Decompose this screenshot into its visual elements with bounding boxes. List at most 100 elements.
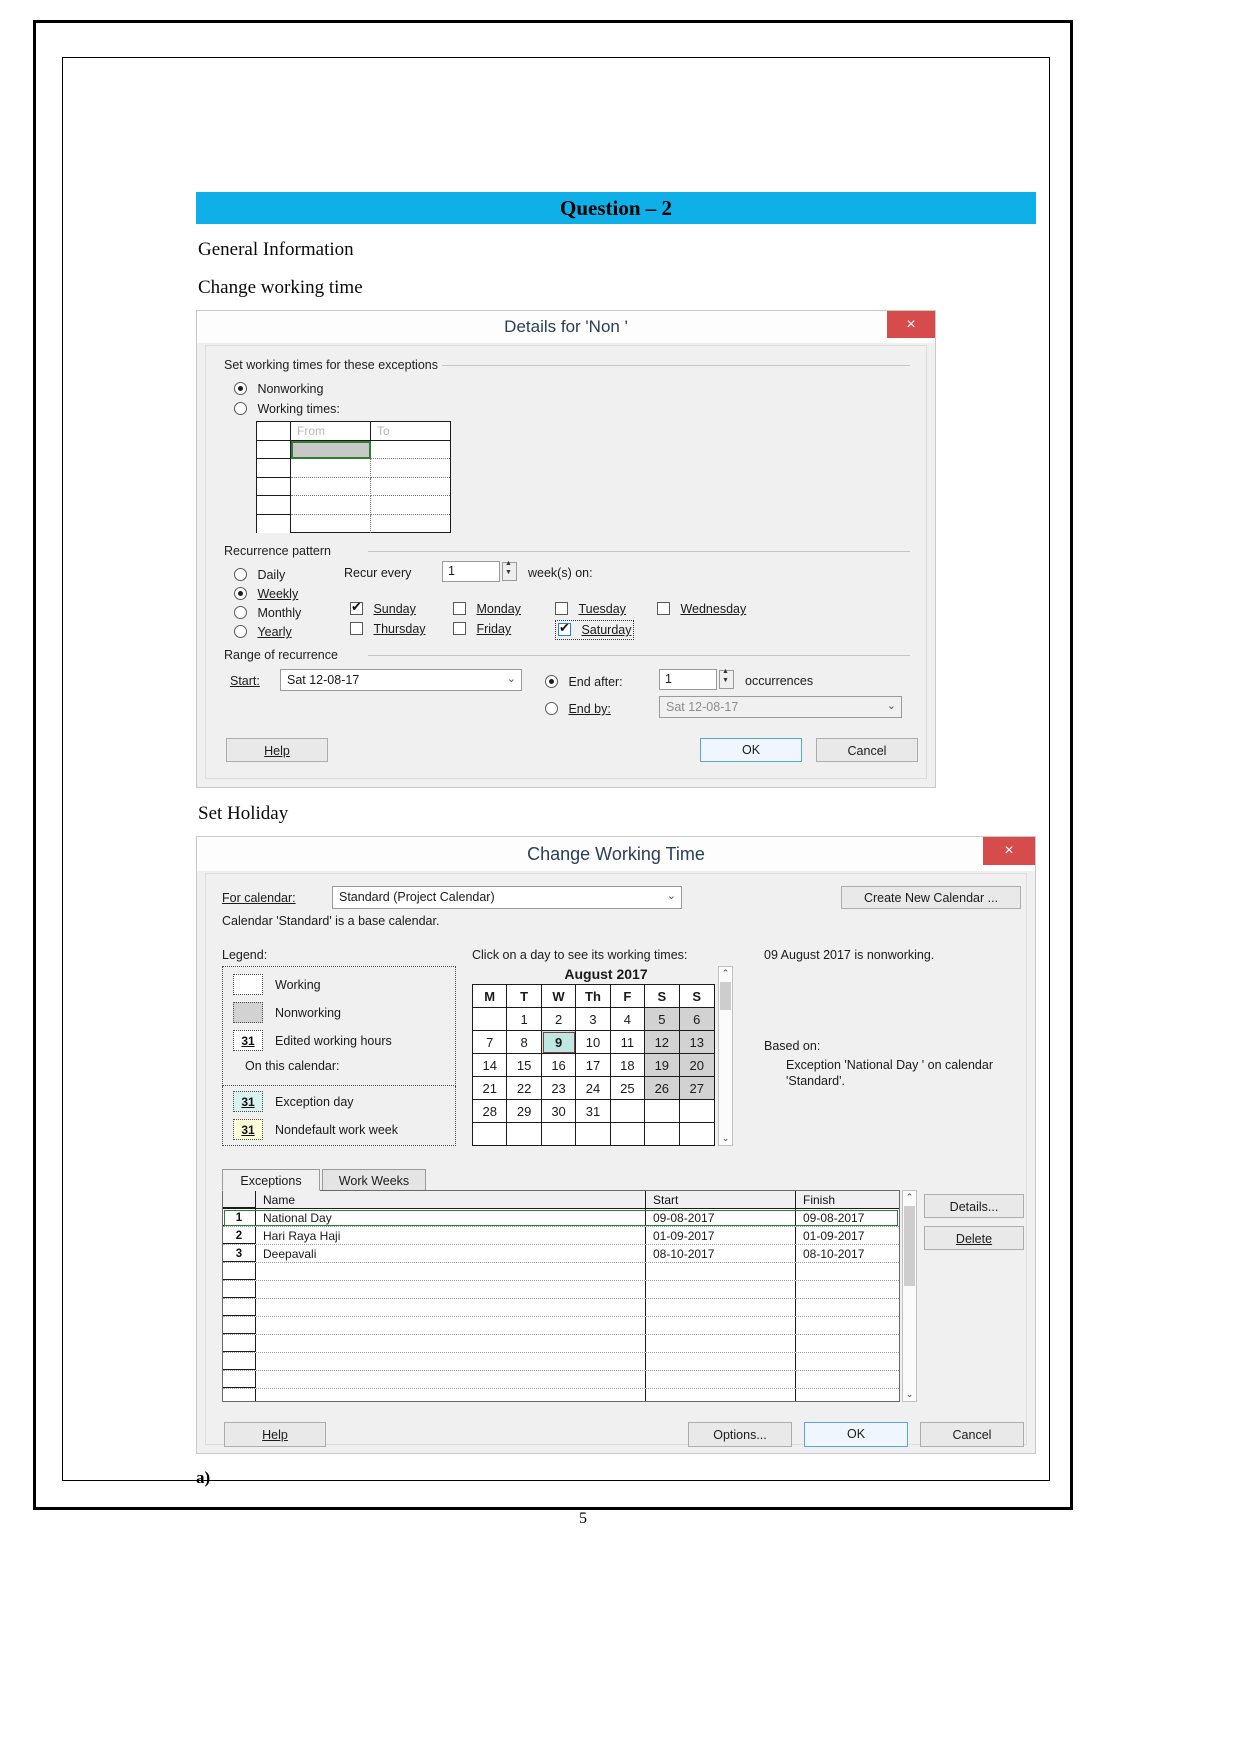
chevron-down-icon[interactable]: ⌄ bbox=[719, 1132, 732, 1145]
calendar-day[interactable]: 13 bbox=[679, 1031, 714, 1054]
calendar-day[interactable]: 2 bbox=[541, 1008, 577, 1031]
table-row[interactable] bbox=[223, 1281, 899, 1299]
row-finish[interactable]: 01-09-2017 bbox=[796, 1227, 899, 1244]
calendar-day[interactable] bbox=[645, 1100, 680, 1123]
chevron-up-icon[interactable]: ⌃ bbox=[903, 1191, 916, 1204]
calendar-day[interactable]: 22 bbox=[507, 1077, 542, 1100]
radio-working-times[interactable]: Working times: bbox=[234, 400, 340, 418]
radio-daily[interactable]: Daily bbox=[234, 566, 285, 584]
calendar-day[interactable]: 17 bbox=[576, 1054, 611, 1077]
calendar-day[interactable]: 4 bbox=[610, 1008, 646, 1031]
table-row[interactable] bbox=[223, 1353, 899, 1371]
options-button[interactable]: Options... bbox=[688, 1422, 792, 1447]
calendar-day[interactable]: 10 bbox=[576, 1031, 611, 1054]
calendar-day[interactable]: 5 bbox=[645, 1008, 680, 1031]
tab-exceptions[interactable]: Exceptions bbox=[222, 1169, 320, 1191]
calendar-scrollbar[interactable]: ⌃ ⌄ bbox=[718, 966, 733, 1146]
radio-end-by[interactable]: End by: bbox=[545, 700, 611, 718]
calendar-day[interactable]: 16 bbox=[541, 1054, 577, 1077]
calendar-day[interactable] bbox=[611, 1123, 646, 1146]
calendar-day[interactable]: 6 bbox=[679, 1008, 714, 1031]
cancel-button[interactable]: Cancel bbox=[920, 1422, 1024, 1447]
calendar-day[interactable]: 7 bbox=[473, 1031, 508, 1054]
calendar-grid[interactable]: M T W Th F S S 1 2 3 4 5 6 7 8 9 10 11 1… bbox=[472, 984, 715, 1146]
row-name[interactable]: National Day bbox=[256, 1209, 646, 1226]
table-row[interactable] bbox=[223, 1299, 899, 1317]
chevron-down-icon[interactable]: ⌄ bbox=[903, 1388, 916, 1401]
checkbox-sunday[interactable]: Sunday bbox=[350, 599, 416, 618]
ok-button[interactable]: OK bbox=[700, 738, 802, 762]
calendar-day[interactable] bbox=[680, 1123, 714, 1146]
ok-button[interactable]: OK bbox=[804, 1422, 908, 1447]
calendar-day[interactable] bbox=[645, 1123, 680, 1146]
table-row[interactable]: 3 Deepavali 08-10-2017 08-10-2017 bbox=[223, 1245, 899, 1263]
exceptions-scrollbar[interactable]: ⌃ ⌄ bbox=[902, 1190, 917, 1402]
end-after-input[interactable]: 1 bbox=[659, 669, 717, 690]
calendar-day[interactable] bbox=[576, 1123, 611, 1146]
delete-button[interactable]: Delete bbox=[924, 1226, 1024, 1250]
radio-monthly[interactable]: Monthly bbox=[234, 604, 301, 622]
table-row[interactable] bbox=[223, 1335, 899, 1353]
recur-every-stepper[interactable] bbox=[502, 560, 517, 581]
recur-every-input[interactable]: 1 bbox=[442, 561, 500, 582]
table-row[interactable] bbox=[223, 1263, 899, 1281]
for-calendar-combo[interactable]: Standard (Project Calendar) ⌄ bbox=[332, 886, 682, 909]
row-start[interactable]: 01-09-2017 bbox=[646, 1227, 796, 1244]
calendar-day[interactable] bbox=[473, 1123, 508, 1146]
table-row[interactable] bbox=[223, 1371, 899, 1389]
row-finish[interactable]: 08-10-2017 bbox=[796, 1245, 899, 1262]
radio-weekly[interactable]: Weekly bbox=[234, 585, 298, 603]
working-times-row[interactable] bbox=[257, 514, 450, 533]
chevron-up-icon[interactable]: ⌃ bbox=[719, 967, 732, 980]
checkbox-tuesday[interactable]: Tuesday bbox=[555, 600, 626, 618]
calendar-day[interactable] bbox=[507, 1123, 542, 1146]
calendar-day[interactable]: 31 bbox=[576, 1100, 611, 1123]
calendar-day-exception[interactable]: 9 bbox=[541, 1031, 577, 1054]
details-button[interactable]: Details... bbox=[924, 1194, 1024, 1218]
end-after-stepper[interactable] bbox=[719, 668, 734, 689]
checkbox-saturday[interactable]: Saturday bbox=[555, 620, 635, 640]
working-times-row[interactable] bbox=[257, 440, 450, 459]
close-icon[interactable]: × bbox=[887, 311, 935, 338]
calendar-day[interactable]: 12 bbox=[645, 1031, 680, 1054]
row-name[interactable]: Deepavali bbox=[256, 1245, 646, 1262]
calendar-day[interactable]: 1 bbox=[507, 1008, 542, 1031]
working-times-row[interactable] bbox=[257, 459, 450, 478]
cancel-button[interactable]: Cancel bbox=[816, 738, 918, 762]
exceptions-scroll-thumb[interactable] bbox=[904, 1206, 915, 1286]
calendar-scroll-thumb[interactable] bbox=[720, 982, 731, 1010]
checkbox-thursday[interactable]: Thursday bbox=[350, 620, 426, 638]
checkbox-friday[interactable]: Friday bbox=[453, 620, 511, 638]
working-times-table[interactable]: From To bbox=[256, 421, 451, 533]
calendar-day[interactable]: 25 bbox=[610, 1077, 646, 1100]
radio-yearly[interactable]: Yearly bbox=[234, 623, 292, 641]
calendar-day[interactable]: 11 bbox=[610, 1031, 646, 1054]
help-button[interactable]: Help bbox=[224, 1422, 326, 1447]
calendar-day[interactable]: 14 bbox=[473, 1054, 508, 1077]
calendar-day[interactable]: 27 bbox=[679, 1077, 714, 1100]
table-row[interactable] bbox=[223, 1317, 899, 1335]
create-new-calendar-button[interactable]: Create New Calendar ... bbox=[841, 886, 1021, 909]
help-button[interactable]: Help bbox=[226, 738, 328, 762]
row-start[interactable]: 08-10-2017 bbox=[646, 1245, 796, 1262]
calendar-day[interactable]: 24 bbox=[576, 1077, 611, 1100]
calendar-day[interactable]: 30 bbox=[541, 1100, 577, 1123]
table-row[interactable]: 1 National Day 09-08-2017 09-08-2017 bbox=[223, 1209, 899, 1227]
working-times-row[interactable] bbox=[257, 496, 450, 515]
calendar-day[interactable]: 20 bbox=[679, 1054, 714, 1077]
calendar-day[interactable]: 15 bbox=[507, 1054, 542, 1077]
row-start[interactable]: 09-08-2017 bbox=[646, 1209, 796, 1226]
calendar-day[interactable] bbox=[679, 1100, 714, 1123]
end-by-date-combo[interactable]: Sat 12-08-17 ⌄ bbox=[659, 696, 902, 718]
working-times-cell-selected[interactable] bbox=[291, 440, 371, 459]
tab-work-weeks[interactable]: Work Weeks bbox=[322, 1169, 426, 1191]
calendar-day[interactable]: 19 bbox=[645, 1054, 680, 1077]
calendar-day[interactable]: 8 bbox=[507, 1031, 542, 1054]
calendar-day[interactable] bbox=[473, 1008, 508, 1031]
calendar-day[interactable]: 21 bbox=[473, 1077, 508, 1100]
calendar-day[interactable]: 28 bbox=[473, 1100, 508, 1123]
working-times-row[interactable] bbox=[257, 477, 450, 496]
calendar-day[interactable]: 29 bbox=[507, 1100, 542, 1123]
calendar-day[interactable] bbox=[610, 1100, 646, 1123]
start-date-combo[interactable]: Sat 12-08-17 ⌄ bbox=[280, 669, 522, 691]
